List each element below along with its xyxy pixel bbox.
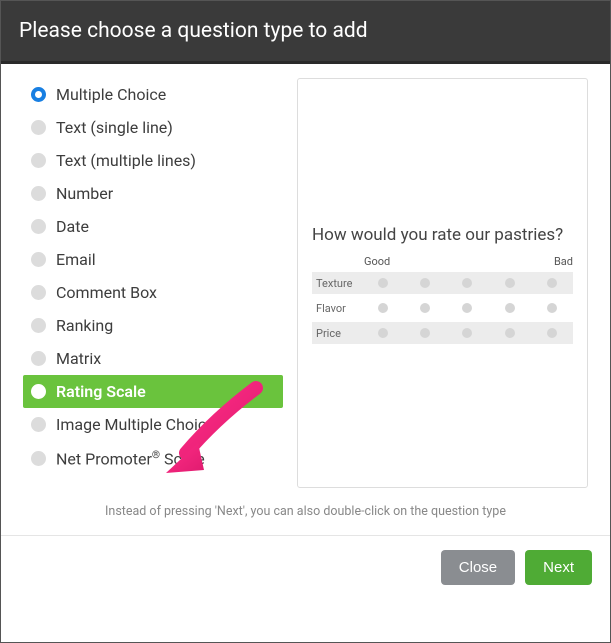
radio-icon xyxy=(31,285,46,300)
type-label: Text (multiple lines) xyxy=(56,151,196,170)
add-question-modal: Please choose a question type to add Mul… xyxy=(0,0,611,643)
hint-text: Instead of pressing 'Next', you can also… xyxy=(1,494,610,535)
scale-right-label: Bad xyxy=(554,255,573,268)
row-dots xyxy=(362,278,573,288)
preview-pane: How would you rate our pastries? Good Ba… xyxy=(297,78,588,488)
row-dots xyxy=(362,303,573,313)
content-row: Multiple Choice Text (single line) Text … xyxy=(1,64,610,494)
radio-icon xyxy=(31,318,46,333)
type-label: Email xyxy=(56,250,96,269)
radio-icon xyxy=(31,153,46,168)
row-label: Price xyxy=(312,327,362,340)
rating-dot xyxy=(462,328,472,338)
modal-footer: Close Next xyxy=(1,535,610,599)
type-nps[interactable]: Net Promoter® Score xyxy=(23,441,283,475)
rating-dot xyxy=(547,303,557,313)
radio-icon xyxy=(31,417,46,432)
rating-dot xyxy=(505,278,515,288)
rating-dot xyxy=(505,303,515,313)
type-label: Date xyxy=(56,217,89,236)
type-label: Net Promoter® Score xyxy=(56,448,205,468)
rating-dot xyxy=(378,278,388,288)
type-label: Comment Box xyxy=(56,283,157,302)
preview-grid: Good Bad Texture Flavor xyxy=(312,255,573,347)
type-label: Image Multiple Choice xyxy=(56,415,215,434)
preview-question-text: How would you rate our pastries? xyxy=(312,225,573,245)
type-ranking[interactable]: Ranking xyxy=(23,309,283,342)
type-date[interactable]: Date xyxy=(23,210,283,243)
rating-dot xyxy=(378,303,388,313)
type-email[interactable]: Email xyxy=(23,243,283,276)
radio-icon xyxy=(31,186,46,201)
scale-header: Good Bad xyxy=(312,255,573,272)
preview-row: Price xyxy=(312,322,573,344)
type-label: Number xyxy=(56,184,113,203)
preview-row: Flavor xyxy=(312,297,573,319)
type-text-multiple[interactable]: Text (multiple lines) xyxy=(23,144,283,177)
type-label: Text (single line) xyxy=(56,118,173,137)
radio-icon xyxy=(31,384,46,399)
rating-dot xyxy=(547,278,557,288)
scale-left-label: Good xyxy=(364,255,390,268)
next-button[interactable]: Next xyxy=(525,550,592,585)
question-type-list: Multiple Choice Text (single line) Text … xyxy=(23,78,283,488)
type-label: Ranking xyxy=(56,316,113,335)
type-text-single[interactable]: Text (single line) xyxy=(23,111,283,144)
rating-dot xyxy=(378,328,388,338)
type-matrix[interactable]: Matrix xyxy=(23,342,283,375)
type-label: Multiple Choice xyxy=(56,85,166,104)
row-dots xyxy=(362,328,573,338)
close-button[interactable]: Close xyxy=(441,550,515,585)
radio-icon xyxy=(31,87,46,102)
modal-title: Please choose a question type to add xyxy=(1,1,610,64)
rating-dot xyxy=(462,303,472,313)
row-label: Flavor xyxy=(312,302,362,315)
rating-dot xyxy=(462,278,472,288)
preview-row: Texture xyxy=(312,272,573,294)
preview-spacer xyxy=(312,93,573,225)
type-number[interactable]: Number xyxy=(23,177,283,210)
modal-body: Multiple Choice Text (single line) Text … xyxy=(1,64,610,642)
rating-dot xyxy=(420,303,430,313)
type-multiple-choice[interactable]: Multiple Choice xyxy=(23,78,283,111)
rating-dot xyxy=(505,328,515,338)
radio-icon xyxy=(31,219,46,234)
type-label: Rating Scale xyxy=(56,382,146,401)
radio-icon xyxy=(31,120,46,135)
type-rating-scale[interactable]: Rating Scale xyxy=(23,375,283,408)
radio-icon xyxy=(31,351,46,366)
row-label: Texture xyxy=(312,277,362,290)
radio-icon xyxy=(31,451,46,466)
rating-dot xyxy=(420,328,430,338)
radio-icon xyxy=(31,252,46,267)
rating-dot xyxy=(420,278,430,288)
rating-dot xyxy=(547,328,557,338)
type-comment-box[interactable]: Comment Box xyxy=(23,276,283,309)
type-image-mc[interactable]: Image Multiple Choice xyxy=(23,408,283,441)
type-label: Matrix xyxy=(56,349,101,368)
